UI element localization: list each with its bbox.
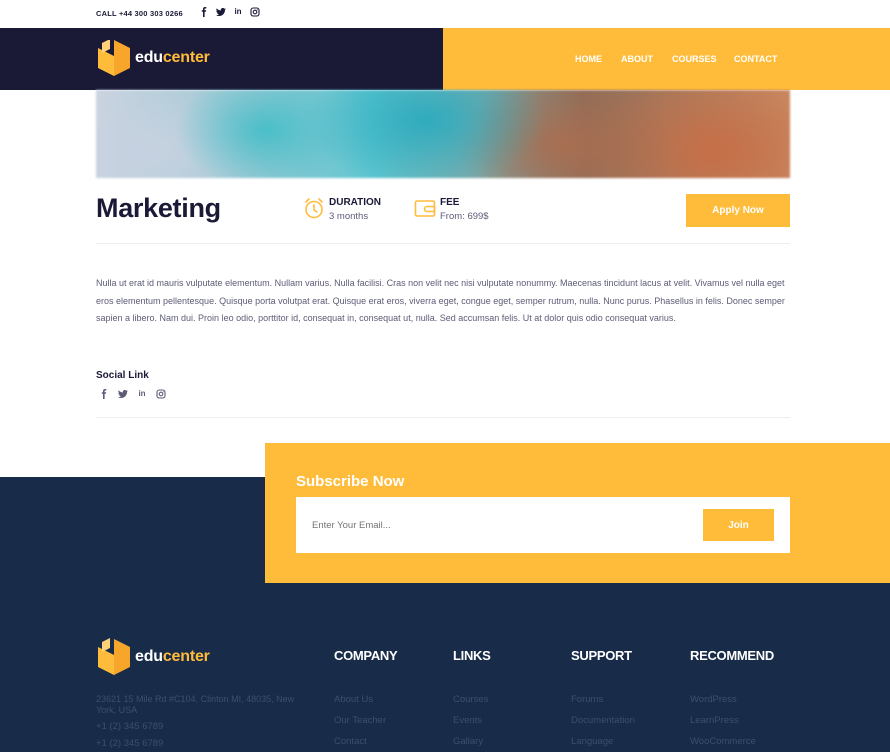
duration-value: 3 months — [329, 211, 369, 222]
twitter-icon[interactable] — [118, 389, 128, 399]
facebook-icon[interactable] — [99, 389, 109, 399]
call-text: CALL +44 300 303 0266 — [96, 9, 183, 18]
footer-col-recommend-title: RECOMMEND — [690, 648, 774, 663]
clock-icon — [305, 198, 323, 219]
divider — [96, 417, 790, 418]
footer-link[interactable]: Our Teacher — [334, 715, 386, 726]
logo-text: educenter — [135, 648, 210, 666]
social-link-title: Social Link — [96, 370, 149, 381]
logo-text-center: center — [162, 648, 210, 665]
apply-now-button[interactable]: Apply Now — [686, 194, 790, 227]
fee-label: FEE — [440, 197, 460, 208]
footer-link[interactable]: LearnPress — [690, 715, 739, 726]
footer-col-company-title: COMPANY — [334, 648, 398, 663]
logo-cube-icon — [98, 638, 130, 675]
facebook-icon[interactable] — [199, 7, 209, 17]
footer-phone: +1 (2) 345 6789 — [96, 721, 164, 732]
course-description: Nulla ut erat id mauris vulputate elemen… — [96, 278, 785, 323]
top-bar: CALL +44 300 303 0266 in — [0, 0, 890, 28]
linkedin-icon[interactable]: in — [137, 389, 147, 399]
header-right — [443, 28, 890, 90]
nav-home[interactable]: HOME — [575, 54, 602, 64]
instagram-icon[interactable] — [156, 389, 166, 399]
duration-label: DURATION — [329, 197, 382, 208]
footer-col-support-title: SUPPORT — [571, 648, 632, 663]
nav-about[interactable]: ABOUT — [621, 54, 653, 64]
fee-value: From: 699$ — [440, 211, 489, 222]
site-logo[interactable]: educenter — [96, 40, 210, 76]
footer-link[interactable]: Documentation — [571, 715, 635, 726]
join-button[interactable]: Join — [703, 509, 774, 541]
footer-link[interactable]: WordPress — [690, 694, 737, 705]
nav-contact[interactable]: CONTACT — [734, 54, 777, 64]
logo-text-edu: edu — [135, 49, 163, 66]
duration-info: DURATION 3 months — [303, 197, 381, 222]
course-hero-image — [96, 90, 790, 178]
divider — [96, 243, 790, 244]
logo-text-center: center — [162, 49, 210, 66]
footer-link[interactable]: WooCommerce — [690, 736, 756, 747]
course-title: Marketing — [96, 193, 221, 223]
logo-text: educenter — [135, 49, 210, 67]
nav-courses[interactable]: COURSES — [672, 54, 717, 64]
header-left — [0, 28, 443, 90]
footer-address: 23621 15 Mile Rd #C104, Clinton MI, 4803… — [96, 694, 295, 715]
instagram-icon[interactable] — [250, 7, 260, 17]
subscribe-title: Subscribe Now — [296, 473, 405, 490]
linkedin-icon[interactable]: in — [233, 7, 243, 17]
footer-link[interactable]: Courses — [453, 694, 488, 705]
footer-link[interactable]: Language — [571, 736, 613, 747]
wallet-icon — [414, 200, 436, 217]
footer-phone: +1 (2) 345 6789 — [96, 738, 164, 749]
twitter-icon[interactable] — [216, 7, 226, 17]
email-input[interactable] — [312, 520, 612, 531]
footer-col-links-title: LINKS — [453, 648, 491, 663]
logo-text-edu: edu — [135, 648, 163, 665]
footer-link[interactable]: Events — [453, 715, 482, 726]
footer-link[interactable]: Contact — [334, 736, 367, 747]
fee-info: FEE From: 699$ — [414, 197, 489, 222]
footer-link[interactable]: Forums — [571, 694, 603, 705]
footer-link[interactable]: Gallary — [453, 736, 483, 747]
footer-logo[interactable]: educenter — [96, 638, 210, 676]
logo-cube-icon — [98, 40, 130, 76]
footer-link[interactable]: About Us — [334, 694, 373, 705]
